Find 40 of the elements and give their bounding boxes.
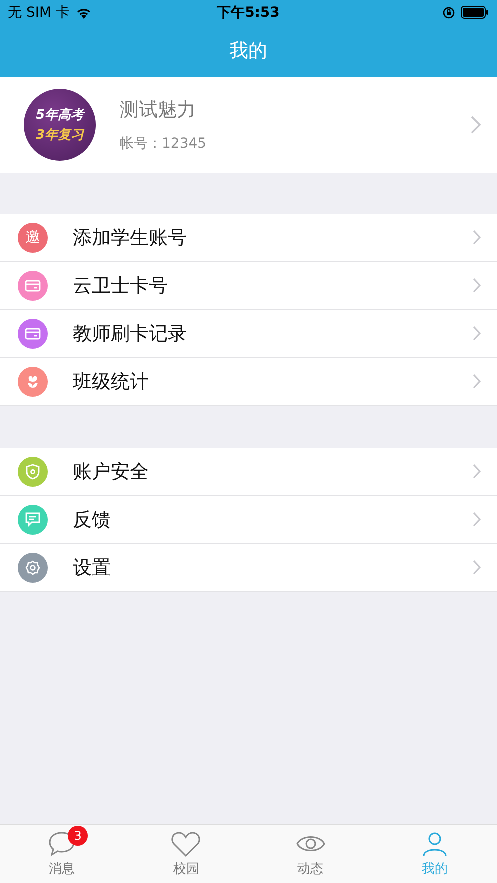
user-name: 测试魅力 [120, 98, 197, 123]
invite-badge: 邀 [18, 222, 48, 252]
menu-label: 班级统计 [73, 370, 150, 394]
rotation-lock-icon [443, 6, 455, 18]
tab[interactable]: 动态 [248, 825, 373, 883]
chevron-icon [473, 464, 481, 479]
heart-icon [171, 830, 202, 858]
menu-label: 账户安全 [73, 460, 150, 484]
tab[interactable]: 3 消息 [0, 825, 124, 883]
menu-item[interactable]: 账户安全 [0, 448, 497, 496]
account-number: 帐号：12345 [120, 135, 208, 153]
person-icon [422, 831, 448, 857]
clock-text: 下午5:53 [217, 4, 280, 22]
page-title: 我的 [230, 39, 268, 64]
menu-label: 设置 [73, 556, 112, 580]
menu-item[interactable]: 教师刷卡记录 [0, 310, 497, 358]
menu-item[interactable]: 云卫士卡号 [0, 262, 497, 310]
menu-item[interactable]: 反馈 [0, 496, 497, 544]
menu-label: 添加学生账号 [73, 226, 188, 250]
chevron-icon [473, 560, 481, 575]
unread-count: 3 [68, 826, 88, 846]
wifi-icon [76, 6, 92, 18]
profile-card[interactable]: 5年高考 3年复习 测试魅力 帐号：12345 [0, 77, 497, 173]
chevron-icon [473, 374, 481, 389]
chevron-icon [473, 278, 481, 293]
chevron-icon [473, 326, 481, 341]
battery-icon [461, 6, 489, 19]
chevron-icon [471, 116, 481, 134]
menu-item[interactable]: 班级统计 [0, 358, 497, 406]
carrier-text: 无 SIM 卡 [8, 4, 70, 22]
chat-bubble-icon [48, 831, 76, 857]
menu-item[interactable]: 设置 [0, 544, 497, 592]
tab[interactable]: 校园 [124, 825, 248, 883]
chevron-icon [473, 230, 481, 245]
chevron-icon [473, 512, 481, 527]
menu-item[interactable]: 邀 添加学生账号 [0, 214, 497, 262]
menu-label: 反馈 [73, 508, 112, 532]
avatar-logo: 5年高考 3年复习 [24, 89, 96, 161]
menu-label: 教师刷卡记录 [73, 322, 188, 346]
menu-label: 云卫士卡号 [73, 274, 169, 298]
